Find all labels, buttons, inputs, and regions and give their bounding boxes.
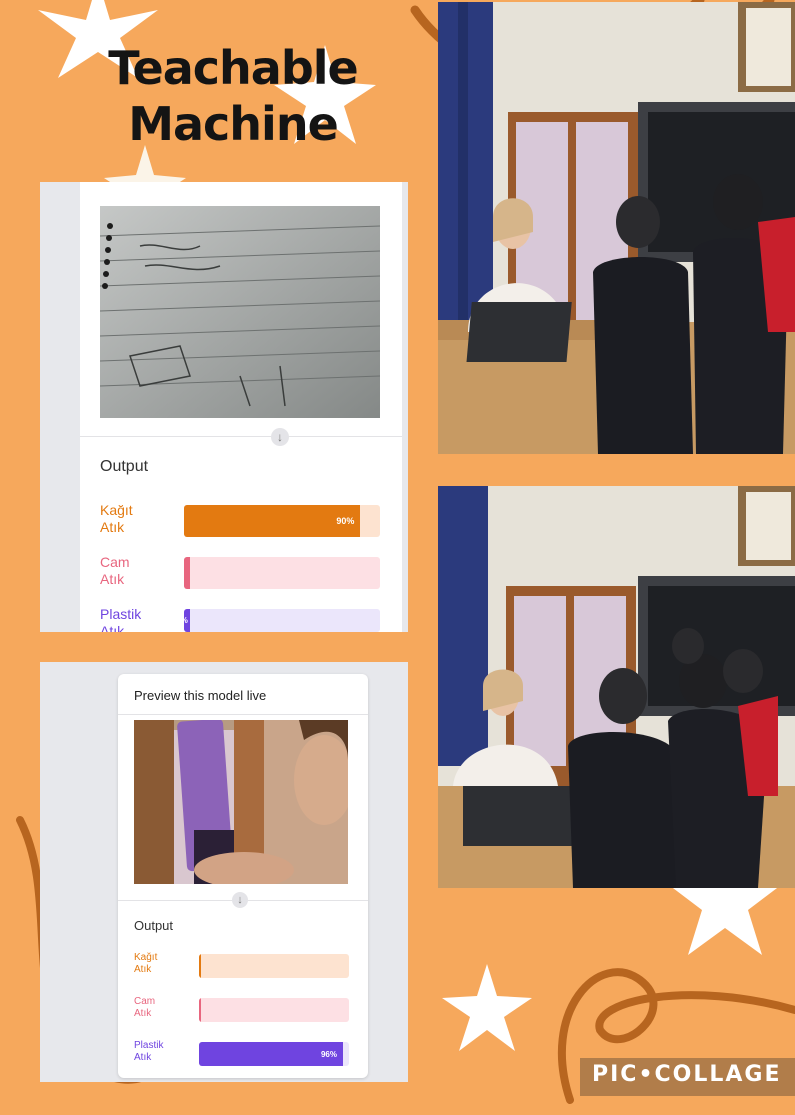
arrow-down-icon: ↓ bbox=[232, 892, 248, 908]
output-label: Output bbox=[100, 458, 149, 475]
preview-live-card: Preview this model live ↓ Output Kağıt At… bbox=[118, 674, 368, 1078]
confidence-bar-plastik: 3% bbox=[184, 609, 380, 632]
pic-collage-watermark: PIC•COLLAGE bbox=[592, 1062, 782, 1087]
confidence-fill-cam bbox=[199, 998, 201, 1022]
confidence-fill-kagit bbox=[199, 954, 201, 978]
confidence-bar-kagit: 90% bbox=[184, 505, 380, 537]
confidence-fill-kagit: 90% bbox=[184, 505, 361, 537]
page-title: Teachable Machine bbox=[88, 40, 378, 152]
class-label-cam: Cam Atık bbox=[134, 996, 156, 1019]
confidence-bar-cam bbox=[184, 557, 380, 589]
confidence-bar-cam bbox=[199, 998, 349, 1022]
arrow-down-icon: ↓ bbox=[271, 428, 289, 446]
confidence-fill-cam bbox=[184, 557, 190, 589]
class-label-plastik: Plastik Atık bbox=[134, 1040, 164, 1063]
classroom-photo-2 bbox=[438, 486, 795, 888]
output-label: Output bbox=[134, 918, 174, 933]
webcam-preview bbox=[100, 206, 380, 418]
screenshot-panel-2: Preview this model live ↓ Output Kağıt At… bbox=[40, 662, 408, 1082]
confidence-bar-kagit bbox=[199, 954, 349, 978]
class-label-kagit: Kağıt Atık bbox=[134, 952, 158, 975]
confidence-fill-plastik: 3% bbox=[184, 609, 190, 632]
screenshot-panel-1: ↓ Output Kağıt Atık 90% Cam Atık Plastik At… bbox=[40, 182, 408, 632]
class-label-plastik: Plastik Atık bbox=[100, 606, 142, 632]
title-line-1: Teachable bbox=[108, 41, 358, 95]
preview-header: Preview this model live bbox=[134, 688, 267, 703]
star-icon bbox=[442, 964, 532, 1051]
preview-card: ↓ Output Kağıt Atık 90% Cam Atık Plastik At… bbox=[80, 182, 402, 632]
title-line-2: Machine bbox=[128, 97, 339, 151]
classroom-photo-1 bbox=[438, 2, 795, 454]
confidence-bar-plastik: 96% bbox=[199, 1042, 349, 1066]
class-label-cam: Cam Atık bbox=[100, 554, 130, 587]
class-label-kagit: Kağıt Atık bbox=[100, 502, 133, 535]
confidence-fill-plastik: 96% bbox=[199, 1042, 343, 1066]
webcam-preview bbox=[134, 720, 348, 884]
